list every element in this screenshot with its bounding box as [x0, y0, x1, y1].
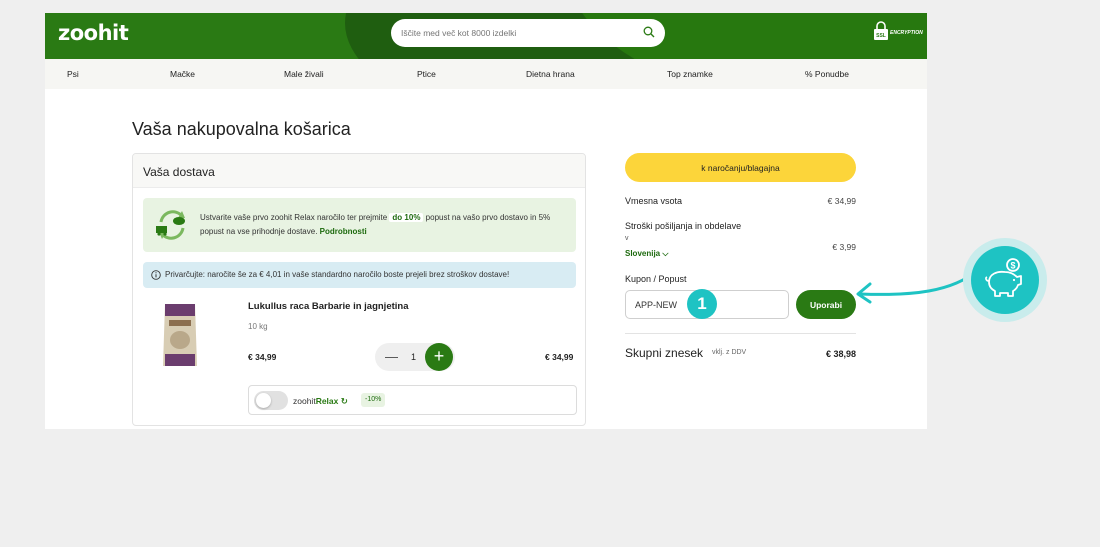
quantity-value[interactable]: 1 [411, 352, 416, 362]
product-image[interactable] [159, 300, 201, 370]
product-name[interactable]: Lukullus raca Barbarie in jagnjetina [248, 301, 409, 312]
chevron-down-icon: ⌵ [662, 249, 669, 258]
search-input[interactable] [401, 23, 631, 43]
apply-coupon-button[interactable]: Uporabi [796, 290, 856, 319]
relax-recurring-icon: ↻ [340, 396, 348, 406]
product-unit-price: € 34,99 [248, 352, 277, 362]
relax-promo-text: Ustvarite vaše prvo zoohit Relax naročil… [200, 213, 551, 236]
nav-item-ptice[interactable]: Ptice [417, 69, 436, 79]
ssl-label: SSL [876, 33, 886, 39]
zoohit-logo[interactable]: zoohit [58, 21, 129, 45]
relax-toggle-switch[interactable] [254, 391, 288, 410]
nav-item-dietna-hrana[interactable]: Dietna hrana [526, 69, 575, 79]
relax-promo-banner: Ustvarite vaše prvo zoohit Relax naročil… [143, 198, 576, 252]
lock-icon: SSL [874, 21, 888, 40]
total-value: € 38,98 [825, 349, 856, 359]
nav-item-psi[interactable]: Psi [67, 69, 79, 79]
site-header: zoohit SSL ENCRYPTION [45, 13, 927, 59]
main-nav: Psi Mačke Male živali Ptice Dietna hrana… [45, 59, 927, 89]
nav-item-macke[interactable]: Mačke [170, 69, 195, 79]
relax-details-link[interactable]: Podrobnosti [320, 227, 367, 236]
product-line-total: € 34,99 [545, 352, 574, 362]
shipping-v-label: v [625, 235, 629, 242]
summary-divider [625, 333, 856, 334]
free-shipping-text: Privarčujte: naročite še za € 4,01 in va… [165, 270, 510, 279]
shipping-value: € 3,99 [832, 242, 856, 252]
delivery-card: Vaša dostava Ustvarite vaše prvo zoohit … [132, 153, 586, 426]
checkout-button[interactable]: k naročanju/blagajna [625, 153, 856, 182]
ssl-text: ENCRYPTION [890, 30, 923, 36]
nav-item-ponudbe[interactable]: % Ponudbe [805, 69, 849, 79]
delivery-heading: Vaša dostava [143, 165, 215, 179]
shipping-country-select[interactable]: Slovenija ⌵ [625, 249, 668, 259]
info-icon [151, 270, 161, 280]
relax-recurring-icon [156, 210, 185, 240]
total-vat-note: vklj. z DDV [712, 349, 747, 356]
ssl-encryption-badge: SSL ENCRYPTION [873, 21, 925, 43]
coupon-input[interactable] [635, 297, 695, 313]
svg-text:$: $ [1010, 261, 1015, 271]
relax-logo: zoohitRelax ↻ [293, 396, 348, 406]
product-weight: 10 kg [248, 322, 268, 331]
nav-item-male-zivali[interactable]: Male živali [284, 69, 324, 79]
toggle-knob [256, 393, 271, 408]
search-bar[interactable] [391, 19, 665, 47]
page-title: Vaša nakupovalna košarica [132, 119, 351, 139]
nav-item-top-znamke[interactable]: Top znamke [667, 69, 713, 79]
subtotal-value: € 34,99 [827, 196, 856, 206]
increase-quantity-button[interactable]: + [425, 343, 453, 371]
browser-frame: zoohit SSL ENCRYPTION Psi Mačke Male živ… [45, 13, 927, 429]
piggy-bank-icon: $ [985, 258, 1022, 297]
relax-discount-badge: -10% [361, 393, 386, 407]
free-shipping-info: Privarčujte: naročite še za € 4,01 in va… [143, 262, 576, 288]
relax-subscription-option: zoohitRelax ↻ -10% [248, 385, 577, 415]
total-label: Skupni znesek [625, 346, 704, 360]
pointer-arrow-icon [856, 268, 980, 304]
decrease-quantity-button[interactable]: — [385, 350, 398, 363]
quantity-stepper: — 1 + [375, 343, 455, 371]
search-icon[interactable] [643, 26, 655, 38]
delivery-card-header: Vaša dostava [133, 154, 585, 188]
subtotal-label: Vmesna vsota [625, 196, 683, 206]
coupon-label: Kupon / Popust [625, 274, 687, 284]
shipping-label: Stroški pošiljanja in obdelave [625, 221, 742, 231]
relax-discount-highlight: do 10% [389, 213, 424, 222]
step-number-badge: 1 [687, 289, 717, 319]
